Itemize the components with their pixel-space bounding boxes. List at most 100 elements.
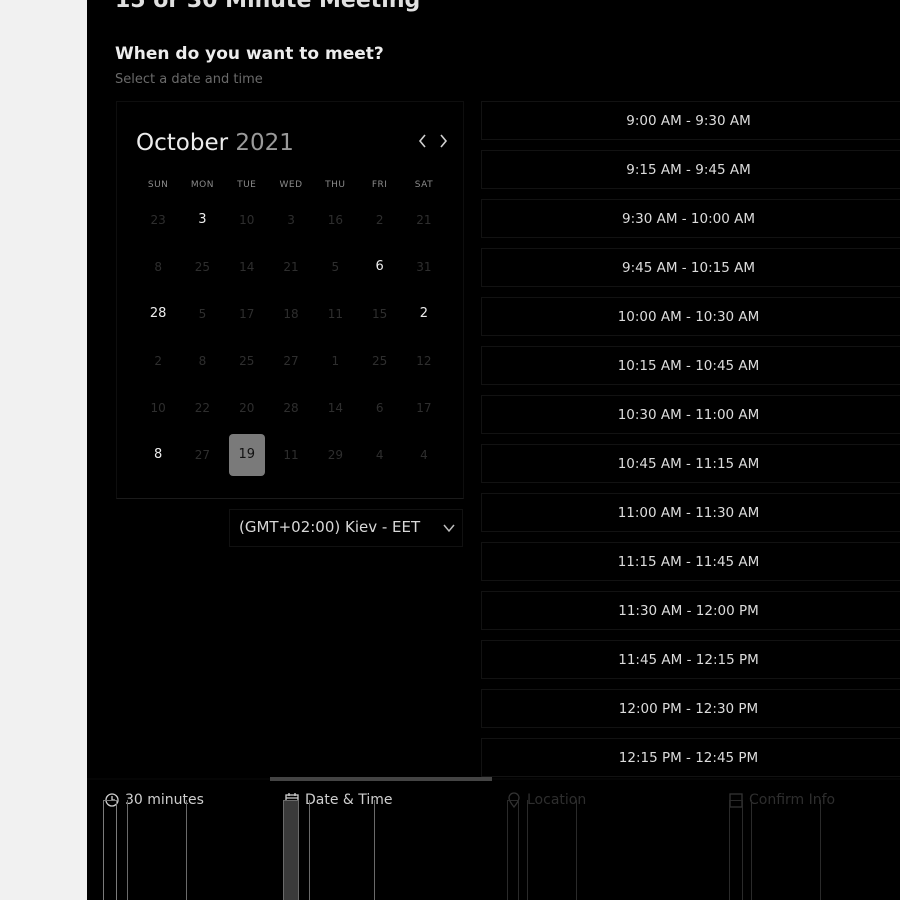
calendar-day-unavailable: 28 [269,387,313,429]
time-slot-button[interactable]: 11:30 AM - 12:00 PM [481,591,900,630]
render-artifact [103,800,117,900]
calendar-day-unavailable: 10 [136,387,180,429]
calendar-day-unavailable: 27 [180,434,224,476]
progress-track [87,778,900,780]
calendar-week: 28 5 17 18 11 15 2 [136,290,446,337]
calendar-day-unavailable: 27 [269,340,313,382]
calendar-day-unavailable: 20 [225,387,269,429]
calendar-day-unavailable: 31 [402,246,446,288]
day-number: 4 [420,447,428,462]
calendar-day-unavailable: 8 [136,246,180,288]
calendar-day-unavailable: 16 [313,199,357,241]
day-number: 28 [283,400,299,415]
day-number: 10 [150,400,166,415]
calendar-day-unavailable: 3 [269,199,313,241]
calendar-day-unavailable: 5 [313,246,357,288]
render-artifact [283,800,299,900]
calendar-day-unavailable: 17 [402,387,446,429]
calendar-year: 2021 [235,130,294,156]
weekday-label: FRI [371,180,388,190]
day-number: 17 [416,400,432,415]
calendar-day-unavailable: 11 [313,293,357,335]
day-number: 15 [371,306,388,321]
calendar-day-unavailable: 21 [269,246,313,288]
calendar-day-unavailable: 11 [269,434,313,476]
calendar-day-unavailable: 12 [402,340,446,382]
weekday-label: THU [325,180,346,190]
time-slot-button[interactable]: 11:15 AM - 11:45 AM [481,542,900,581]
day-number: 25 [239,353,255,368]
weekday-label: SAT [414,180,434,190]
day-number: 16 [327,212,343,227]
day-number: 2 [375,212,384,227]
time-slot-button[interactable]: 9:00 AM - 9:30 AM [481,101,900,140]
calendar-week: 2 8 25 27 1 25 12 [136,337,446,384]
calendar-day-available[interactable]: 28 [136,293,180,335]
day-number: 3 [287,212,295,227]
chevron-right-icon [440,134,448,148]
day-number: 2 [419,306,429,321]
next-month-button[interactable] [433,130,453,154]
calendar-day-unavailable: 14 [313,387,357,429]
day-number: 14 [239,259,255,274]
time-slot-button[interactable]: 11:00 AM - 11:30 AM [481,493,900,532]
weekday-label: TUE [237,180,257,190]
day-number: 2 [154,353,162,368]
calendar-day-unavailable: 23 [136,199,180,241]
render-artifact [751,800,821,900]
day-number: 12 [416,353,432,368]
day-number: 10 [239,212,255,227]
scheduler-panel: 15 or 30 Minute Meeting When do you want… [87,0,900,900]
render-artifact [729,800,743,900]
calendar-week: 8 27 19 11 29 4 4 [136,431,446,478]
calendar-day-unavailable: 5 [180,293,224,335]
calendar-day-available[interactable]: 6 [357,246,401,288]
time-slot-button[interactable]: 12:00 PM - 12:30 PM [481,689,900,728]
time-slot-button[interactable]: 10:00 AM - 10:30 AM [481,297,900,336]
calendar-day-unavailable: 2 [136,340,180,382]
day-number: 18 [283,306,299,321]
render-artifact [507,800,519,900]
time-slot-button[interactable]: 9:15 AM - 9:45 AM [481,150,900,189]
calendar-day-unavailable: 25 [225,340,269,382]
day-number: 14 [327,400,343,415]
day-number: 5 [331,259,340,274]
day-number: 27 [283,353,299,368]
calendar-day-unavailable: 2 [357,199,401,241]
day-number: 3 [198,212,207,227]
calendar-day-unavailable: 29 [313,434,357,476]
section-subtitle: Select a date and time [115,72,263,87]
render-artifact [527,800,577,900]
time-slot-button[interactable]: 11:45 AM - 12:15 PM [481,640,900,679]
calendar-day-unavailable: 4 [402,434,446,476]
calendar-day-available[interactable]: 3 [180,199,224,241]
day-number: 21 [416,212,432,227]
time-slot-button[interactable]: 10:45 AM - 11:15 AM [481,444,900,483]
prev-month-button[interactable] [413,130,433,154]
time-slot-button[interactable]: 9:45 AM - 10:15 AM [481,248,900,287]
calendar-day-available[interactable]: 2 [402,293,446,335]
time-slot-button[interactable]: 10:15 AM - 10:45 AM [481,346,900,385]
chevron-left-icon [418,134,426,148]
calendar-day-available[interactable]: 8 [136,434,180,476]
calendar-day-unavailable: 6 [357,387,401,429]
day-number: 31 [416,259,432,274]
calendar-day-unavailable: 14 [225,246,269,288]
timezone-select[interactable]: (GMT+02:00) Kiev - EET [229,509,463,547]
calendar-day-selected[interactable]: 19 [225,433,269,476]
render-artifact [127,800,187,900]
calendar-grid: 23 3 10 3 16 2 21 8 25 14 21 5 6 31 28 5 17 18 11 15 2 2 8 25 27… [136,196,446,478]
calendar-title: October 2021 [136,130,294,156]
calendar-week: 23 3 10 3 16 2 21 [136,196,446,243]
time-slot-button[interactable]: 10:30 AM - 11:00 AM [481,395,900,434]
time-slot-button[interactable]: 9:30 AM - 10:00 AM [481,199,900,238]
day-number: 6 [375,400,384,415]
calendar-week: 8 25 14 21 5 6 31 [136,243,446,290]
time-slot-button[interactable]: 12:15 PM - 12:45 PM [481,738,900,777]
timezone-label: (GMT+02:00) Kiev - EET [239,518,421,536]
calendar-month: October [136,130,229,156]
meeting-title: 15 or 30 Minute Meeting [115,0,421,13]
weekday-header: SUN MON TUE WED THU FRI SAT [136,180,446,190]
calendar-day-unavailable: 22 [180,387,224,429]
day-number: 29 [327,447,343,462]
